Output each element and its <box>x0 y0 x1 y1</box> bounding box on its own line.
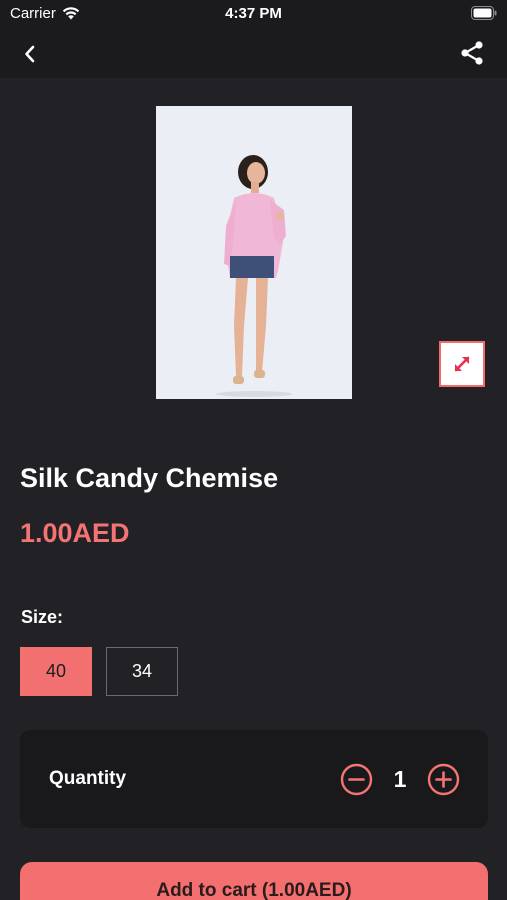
product-photo <box>156 106 352 399</box>
size-label: Size: <box>21 607 64 627</box>
back-button[interactable] <box>16 40 44 68</box>
battery-icon <box>471 6 497 20</box>
minus-circle-icon[interactable] <box>340 763 373 796</box>
quantity-card: Quantity 1 <box>20 730 488 828</box>
product-image[interactable] <box>156 106 352 399</box>
navigation-bar <box>0 28 507 78</box>
status-time: 4:37 PM <box>225 5 282 22</box>
product-detail-screen: Carrier 4:37 PM Silk Candy Chemise 1.00A… <box>0 0 507 900</box>
size-option-40[interactable]: 40 <box>20 647 92 696</box>
expand-icon <box>454 356 470 372</box>
product-title: Silk Candy Chemise <box>20 463 279 493</box>
share-button[interactable] <box>457 38 487 68</box>
add-to-cart-button[interactable]: Add to cart (1.00AED) <box>20 862 488 900</box>
size-option-34[interactable]: 34 <box>106 647 178 696</box>
product-price: 1.00AED <box>20 518 130 548</box>
plus-circle-icon[interactable] <box>427 763 460 796</box>
quantity-value: 1 <box>393 766 407 792</box>
chevron-left-icon <box>25 45 35 63</box>
status-bar: Carrier 4:37 PM <box>0 0 507 28</box>
quantity-label: Quantity <box>49 768 127 789</box>
expand-image-button[interactable] <box>439 341 485 387</box>
share-icon <box>461 41 483 65</box>
